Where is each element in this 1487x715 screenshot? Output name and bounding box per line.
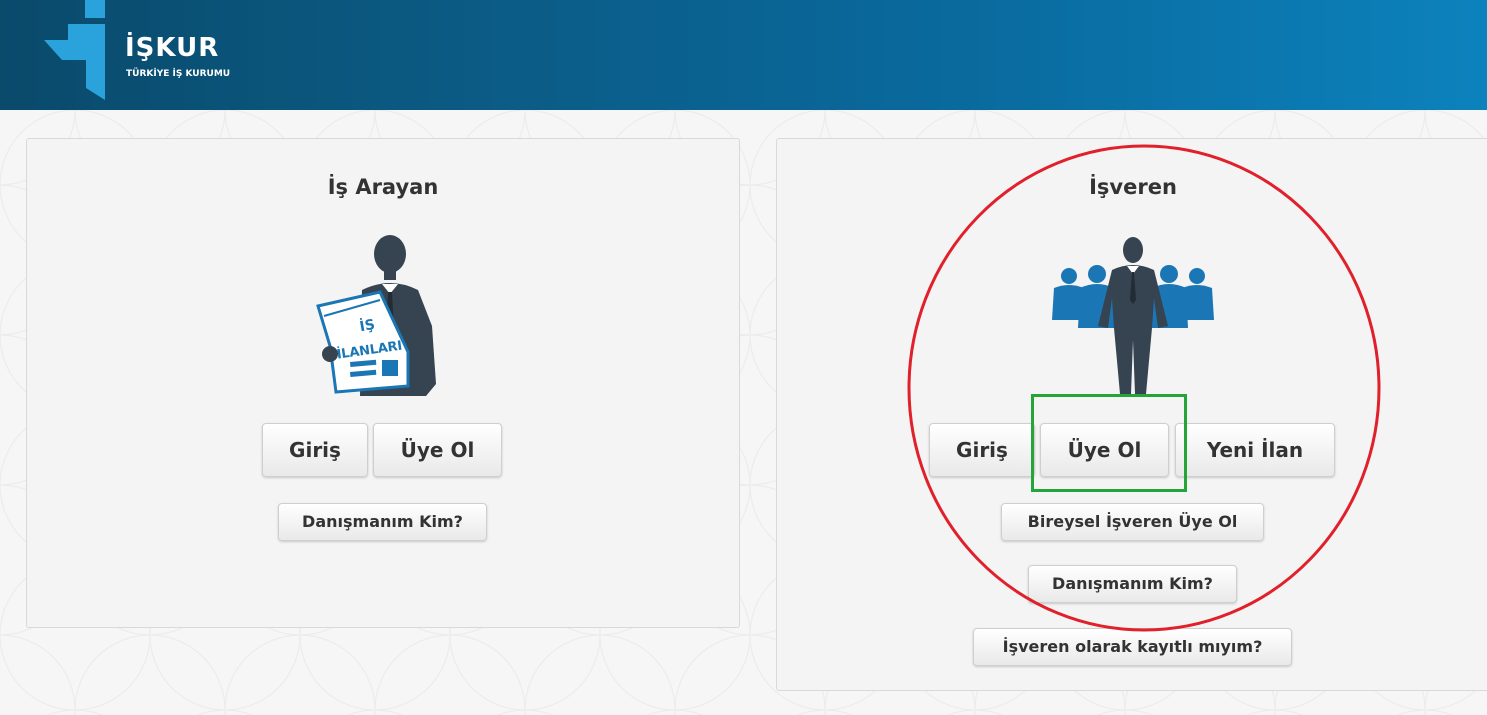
employer-group-icon	[1052, 237, 1214, 394]
employer-registered-check-button[interactable]: İşveren olarak kayıtlı mıyım?	[973, 628, 1292, 666]
job-seeker-login-button[interactable]: Giriş	[262, 423, 368, 477]
employer-new-listing-button[interactable]: Yeni İlan	[1175, 423, 1335, 477]
iskur-logo-icon[interactable]	[40, 0, 120, 105]
employer-title: İşveren	[1089, 175, 1177, 199]
job-seeker-newspaper-icon: İŞ İLANLARI	[316, 235, 436, 396]
job-seeker-advisor-button[interactable]: Danışmanım Kim?	[278, 503, 487, 541]
newspaper-line-1: İŞ	[358, 316, 376, 335]
logo-title[interactable]: İŞKUR	[125, 33, 219, 63]
employer-advisor-button[interactable]: Danışmanım Kim?	[1028, 565, 1237, 603]
employer-register-button[interactable]: Üye Ol	[1040, 423, 1169, 477]
employer-panel: İşveren	[776, 138, 1487, 691]
job-seeker-title: İş Arayan	[327, 175, 439, 199]
job-seeker-register-button[interactable]: Üye Ol	[373, 423, 502, 477]
employer-login-button[interactable]: Giriş	[929, 423, 1035, 477]
employer-individual-register-button[interactable]: Bireysel İşveren Üye Ol	[1001, 503, 1264, 541]
site-header: İŞKUR TÜRKİYE İŞ KURUMU	[0, 0, 1487, 110]
logo-subtitle: TÜRKİYE İŞ KURUMU	[126, 69, 231, 79]
